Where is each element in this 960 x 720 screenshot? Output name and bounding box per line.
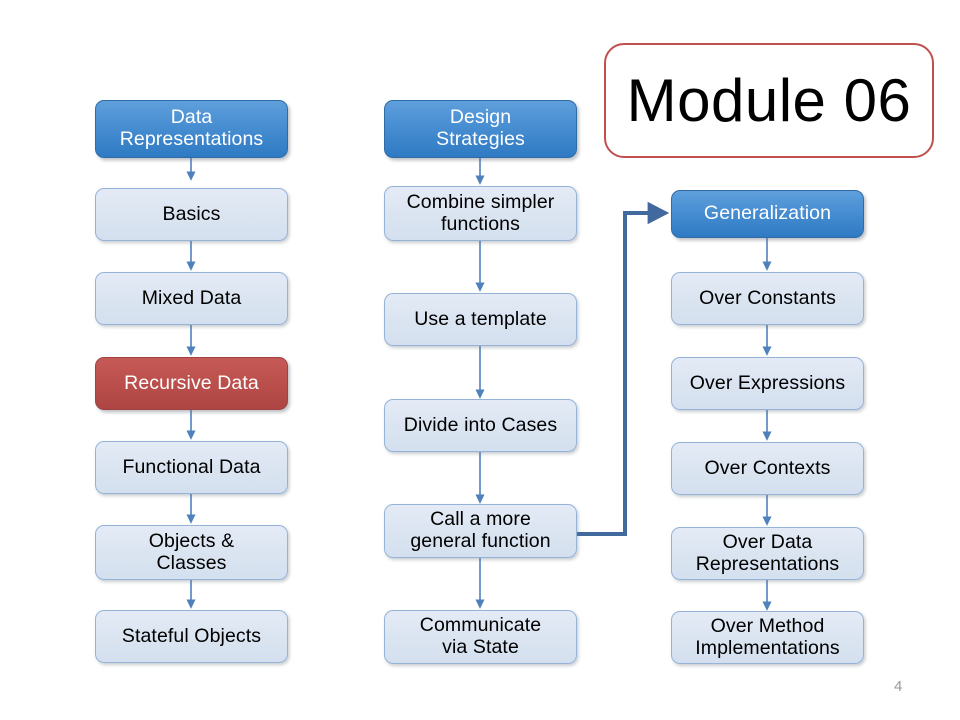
node-call-a-more-general-function[interactable]: Call a more general function — [384, 504, 577, 558]
slide-title-text: Module 06 — [626, 67, 912, 134]
node-recursive-data[interactable]: Recursive Data — [95, 357, 288, 410]
node-over-constants[interactable]: Over Constants — [671, 272, 864, 325]
cross-link-arrow — [576, 201, 670, 536]
slide-canvas: Module 06 Data Representations Basics Mi… — [0, 0, 960, 720]
node-over-expressions[interactable]: Over Expressions — [671, 357, 864, 410]
column-header-data-representations[interactable]: Data Representations — [95, 100, 288, 158]
node-use-a-template[interactable]: Use a template — [384, 293, 577, 346]
node-over-data-representations[interactable]: Over Data Representations — [671, 527, 864, 580]
node-functional-data[interactable]: Functional Data — [95, 441, 288, 494]
node-stateful-objects[interactable]: Stateful Objects — [95, 610, 288, 663]
node-over-contexts[interactable]: Over Contexts — [671, 442, 864, 495]
node-objects-and-classes[interactable]: Objects & Classes — [95, 525, 288, 580]
node-over-method-implementations[interactable]: Over Method Implementations — [671, 611, 864, 664]
slide-title: Module 06 — [604, 43, 934, 158]
node-communicate-via-state[interactable]: Communicate via State — [384, 610, 577, 664]
page-number: 4 — [894, 678, 903, 695]
node-mixed-data[interactable]: Mixed Data — [95, 272, 288, 325]
node-basics[interactable]: Basics — [95, 188, 288, 241]
node-combine-simpler-functions[interactable]: Combine simpler functions — [384, 186, 577, 241]
node-divide-into-cases[interactable]: Divide into Cases — [384, 399, 577, 452]
column-header-generalization[interactable]: Generalization — [671, 190, 864, 238]
column-header-design-strategies[interactable]: Design Strategies — [384, 100, 577, 158]
